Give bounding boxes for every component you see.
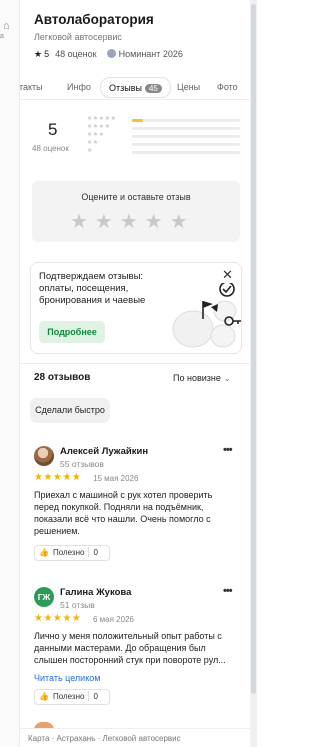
read-more-link[interactable]: Читать целиком [34,673,100,683]
review-stars: ★★★★★ [34,613,82,624]
histogram-fill [132,119,143,122]
scrollbar[interactable] [250,0,257,747]
tab-bar: нтакты Инфо Отзывы45 Цены Фото [20,76,250,100]
star-icon: ★ [34,49,43,59]
thumbs-up-icon: 👍 [39,692,49,701]
histogram-stars-2: ★★ [87,140,99,146]
breadcrumb-separator: · [97,734,101,743]
sort-label: По новизне [173,373,221,383]
helpful-label: Полезно [52,548,85,557]
home-icon[interactable]: ⌂ [3,20,10,32]
business-meta: ★ 5 48 оценок Номинант 2026 [34,49,183,60]
more-options-icon[interactable]: ••• [223,444,233,456]
business-category[interactable]: Легковой автосервис [34,32,122,42]
promo-text: Подтверждаем отзывы: оплаты, посещения, … [39,271,146,306]
score-ratings-count: 48 оценок [32,144,69,153]
business-panel: Автолаборатория Легковой автосервис ★ 5 48… [20,0,250,747]
histogram-row-3: ★★★ [87,132,241,141]
close-icon[interactable]: ✕ [222,267,233,283]
business-ratings-count[interactable]: 48 оценок [55,49,97,59]
helpful-separator [88,691,90,701]
breadcrumb-city[interactable]: Астрахань [57,734,96,743]
verification-promo: Подтверждаем отзывы: оплаты, посещения, … [30,262,242,354]
rate-box-label: Оцените и оставьте отзыв [81,192,191,202]
review-text: Лично у меня положительный опыт работы с… [34,631,226,665]
business-title: Автолаборатория [34,12,154,27]
business-rating: 5 [44,49,50,59]
review-author[interactable]: Галина Жукова [60,587,131,598]
tab-reviews[interactable]: Отзывы 45 [100,77,171,98]
tab-contacts[interactable]: нтакты [20,82,43,92]
reviews-count: 28 отзывов [34,372,91,383]
chevron-down-icon: ⌄ [223,374,231,383]
histogram-stars-4: ★★★★ [87,124,111,130]
review-text: Приехал с машиной с рук хотел проверить … [34,490,213,536]
helpful-button[interactable]: 👍 Полезно 0 [34,689,110,705]
breadcrumb: Карта · Астрахань · Легковой автосервис [20,728,250,747]
sort-dropdown[interactable]: По новизне ⌄ [173,373,231,383]
award-icon [106,49,116,58]
helpful-count: 0 [93,548,98,557]
review-author-count: 55 отзывов [60,459,104,469]
helpful-button[interactable]: 👍 Полезно 0 [34,545,110,561]
avatar[interactable] [34,446,54,466]
thumbs-up-icon: 👍 [39,548,49,557]
rate-and-review-box: Оцените и оставьте отзыв ★★★★★ [32,181,240,242]
left-sidebar-strip: ⌂ а [0,0,20,747]
average-score: 5 [48,120,58,139]
histogram-stars-1: ★ [87,148,93,154]
rating-input-stars[interactable]: ★★★★★ [70,209,195,234]
breadcrumb-separator: · [51,734,55,743]
review-date: 6 мая 2026 [93,615,134,624]
left-strip-label: а [0,33,4,40]
histogram-track [132,127,240,130]
tab-prices[interactable]: Цены [177,82,200,92]
histogram-row-2: ★★ [87,140,241,149]
scrollbar-thumb[interactable] [251,4,256,694]
histogram-row-1: ★ [87,148,241,157]
histogram-track [132,151,240,154]
review-author[interactable]: Алексей Лужайкин [60,446,148,457]
histogram-stars-3: ★★★ [87,132,105,138]
promo-more-button[interactable]: Подробнее [39,321,105,343]
histogram-row-4: ★★★★ [87,124,241,133]
histogram-track [132,135,240,138]
avatar[interactable]: ГЖ [34,587,54,607]
tab-info[interactable]: Инфо [67,82,91,92]
more-options-icon[interactable]: ••• [223,585,233,597]
promo-illustration-icon [172,283,241,348]
nominee-label[interactable]: Номинант 2026 [119,49,183,59]
histogram-track [132,143,240,146]
helpful-separator [88,547,90,557]
helpful-count: 0 [93,692,98,701]
helpful-label: Полезно [52,692,85,701]
tab-photos[interactable]: Фото [217,82,238,92]
tab-reviews-label: Отзывы [109,83,142,93]
histogram-track [132,119,240,122]
review-date: 15 мая 2026 [93,474,139,483]
histogram-stars-5: ★★★★★ [87,116,117,122]
section-divider [20,363,250,364]
tab-reviews-badge: 45 [144,84,162,93]
breadcrumb-category[interactable]: Легковой автосервис [103,734,181,743]
review-stars: ★★★★★ [34,472,82,483]
review-author-count: 51 отзыв [60,600,95,610]
filter-chip[interactable]: Сделали быстро [30,398,110,423]
breadcrumb-map[interactable]: Карта [28,734,49,743]
